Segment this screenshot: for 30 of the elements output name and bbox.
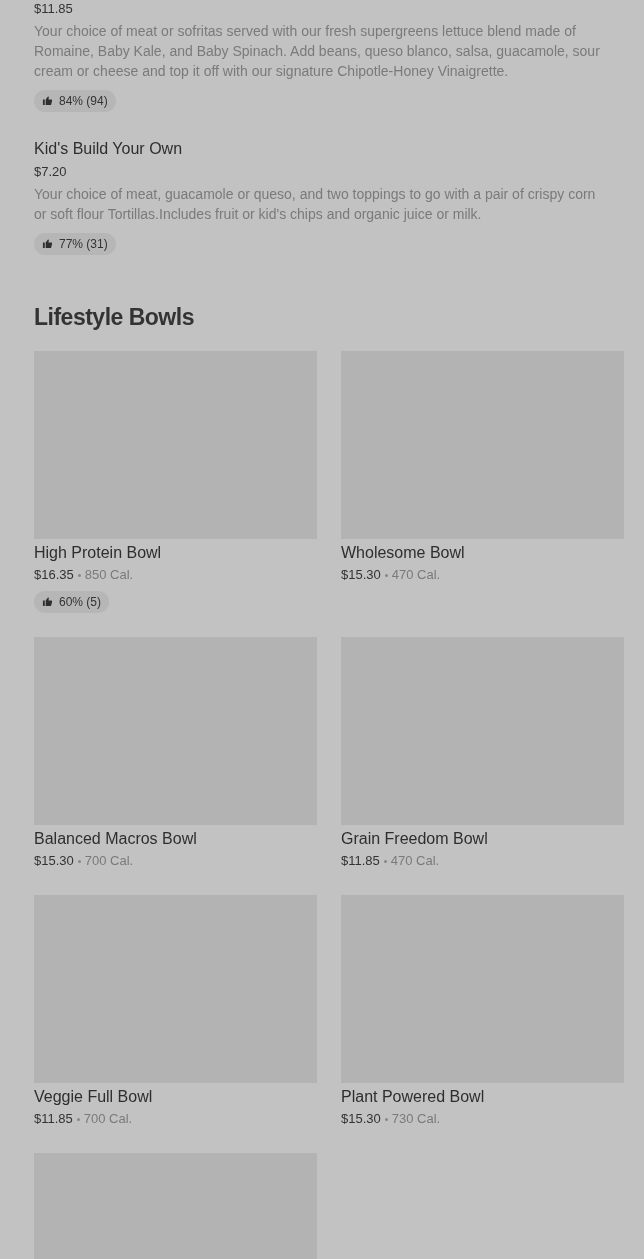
thumbs-up-icon (42, 238, 53, 249)
item-price: $7.20 (34, 163, 67, 181)
item-title: Grain Freedom Bowl (341, 829, 488, 849)
item-calories: 700 Cal. (84, 852, 134, 870)
item-price: $15.30 (341, 1110, 381, 1128)
item-price: $11.85 (341, 852, 380, 870)
item-price: $15.30 (341, 566, 381, 584)
item-description: Your choice of meat, guacamole or queso, and two toppings to go with a pair of crispy corn or soft flour Tortillas.Includes fruit or kid's chips and organic juice or milk. (34, 185, 597, 224)
item-title: High Protein Bowl (34, 543, 162, 563)
item-price: $15.30 (34, 852, 74, 870)
item-title: Plant Powered Bowl (341, 1087, 485, 1107)
rating-text: 84% (94) (59, 92, 108, 110)
item-title: Balanced Macros Bowl (34, 829, 197, 849)
item-description: Your choice of meat or sofritas served with our fresh supergreens lettuce blend made of Romaine, Baby Kale, and Baby Spinach. Add beans, queso blanco, salsa, guacamole, sour cream or cheese and top it off with our signature Chipotle-Honey Vinaigrette. (34, 22, 601, 81)
item-title: Wholesome Bowl (341, 543, 465, 563)
item-price: $11.85 (34, 1110, 73, 1128)
item-calories: 730 Cal. (391, 1110, 441, 1128)
item-calories: 470 Cal. (390, 852, 440, 870)
item-title: Veggie Full Bowl (34, 1087, 153, 1107)
rating-text: 77% (31) (59, 235, 108, 253)
item-calories: 850 Cal. (84, 566, 134, 584)
item-calories: 470 Cal. (391, 566, 441, 584)
thumbs-up-icon (42, 95, 53, 106)
rating-text: 60% (5) (59, 593, 102, 611)
item-price: $11.85 (34, 0, 73, 18)
item-price: $16.35 (34, 566, 74, 584)
item-calories: 700 Cal. (83, 1110, 133, 1128)
section-heading: Lifestyle Bowls (34, 303, 195, 332)
item-title: Kid's Build Your Own (34, 139, 183, 159)
thumbs-up-icon (42, 596, 53, 607)
